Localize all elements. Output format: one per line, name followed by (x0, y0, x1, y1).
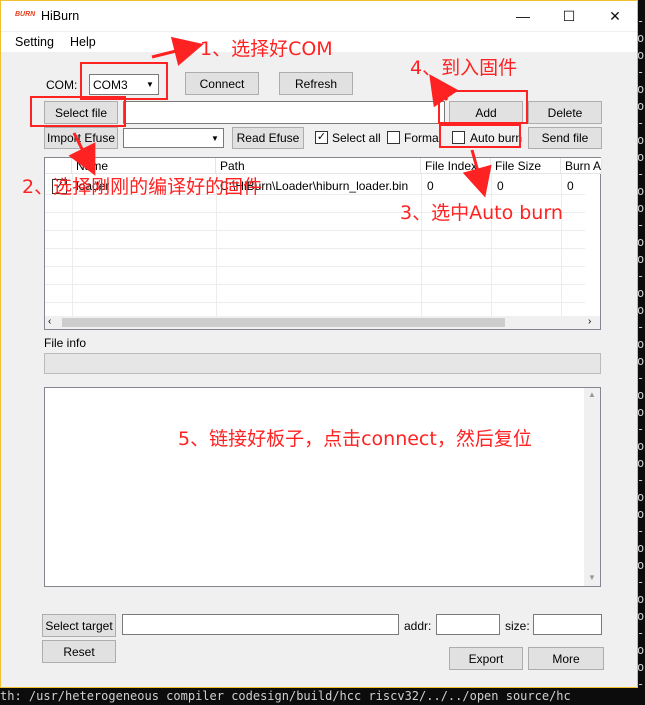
annotation-step2: 2、选择刚刚的编译好的固件 (22, 176, 263, 198)
arrow-step3 (462, 149, 492, 198)
annotation-step1: 1、选择好COM (200, 38, 333, 60)
annotation-step3: 3、选中Auto burn (400, 202, 563, 224)
arrow-step1 (151, 36, 204, 66)
arrow-step4 (429, 74, 459, 108)
arrow-step2 (68, 132, 96, 176)
annotation-step4: 4、到入固件 (410, 57, 518, 79)
annotation-arrows (68, 36, 492, 198)
annotation-step5: 5、链接好板子，点击connect，然后复位 (178, 428, 532, 450)
